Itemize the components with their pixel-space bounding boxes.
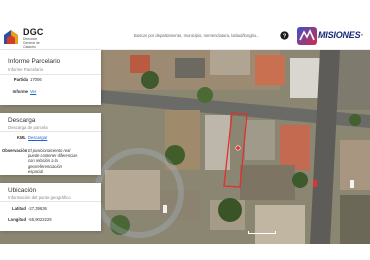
watermark-logo [94, 148, 184, 238]
app-header: DGC Dirección General de Catastro ? MISI… [0, 0, 370, 50]
longitud-label: Longitud [8, 217, 26, 222]
logo-title: DGC [23, 27, 44, 37]
location-pin-icon [235, 145, 241, 151]
brand-name-text: MISIONES [318, 30, 361, 40]
logo-subtitle: Dirección General de Catastro [23, 37, 40, 49]
descarga-panel: Descarga Descarga de parcela KML Descarg… [0, 113, 101, 175]
panel-title: Informe Parcelario [8, 58, 61, 65]
kml-download-link[interactable]: Descargar [28, 135, 47, 140]
informe-ver-link[interactable]: Ver [30, 89, 36, 94]
informe-label: Informe [12, 89, 28, 94]
search-input[interactable] [134, 29, 274, 41]
longitud-value: -55,9022229 [28, 217, 52, 222]
latitud-label: Latitud [12, 206, 26, 211]
misiones-logo-icon [297, 27, 317, 45]
panel-subtitle: Descarga de parcela [8, 125, 48, 130]
panel-title: Ubicación [8, 187, 37, 194]
partida-label: Partida [13, 77, 28, 82]
latitud-value: -27,39636 [28, 206, 47, 211]
brand-name: MISIONES· [318, 30, 363, 40]
kml-label: KML [16, 135, 26, 140]
panel-divider [0, 74, 101, 75]
panel-subtitle: Información del punto geográfico [8, 195, 71, 200]
panel-divider [0, 131, 101, 132]
panel-title: Descarga [8, 117, 36, 124]
help-circle-icon: ? [279, 30, 289, 40]
observacion-text: El posicionamiento real puede contener d… [28, 148, 78, 174]
map-scale-bar [248, 231, 276, 234]
panel-subtitle: Informe Parcelario [8, 67, 44, 72]
panel-divider [0, 201, 101, 202]
help-button[interactable]: ? [279, 30, 289, 40]
partida-value: 17006 [30, 77, 42, 82]
ubicacion-panel: Ubicación Información del punto geográfi… [0, 183, 101, 231]
brand-accent: · [360, 30, 364, 40]
informe-panel: Informe Parcelario Informe Parcelario Pa… [0, 50, 101, 105]
dgc-logo-icon [4, 30, 18, 44]
observacion-label: Observación [2, 148, 28, 153]
svg-text:?: ? [282, 33, 286, 39]
